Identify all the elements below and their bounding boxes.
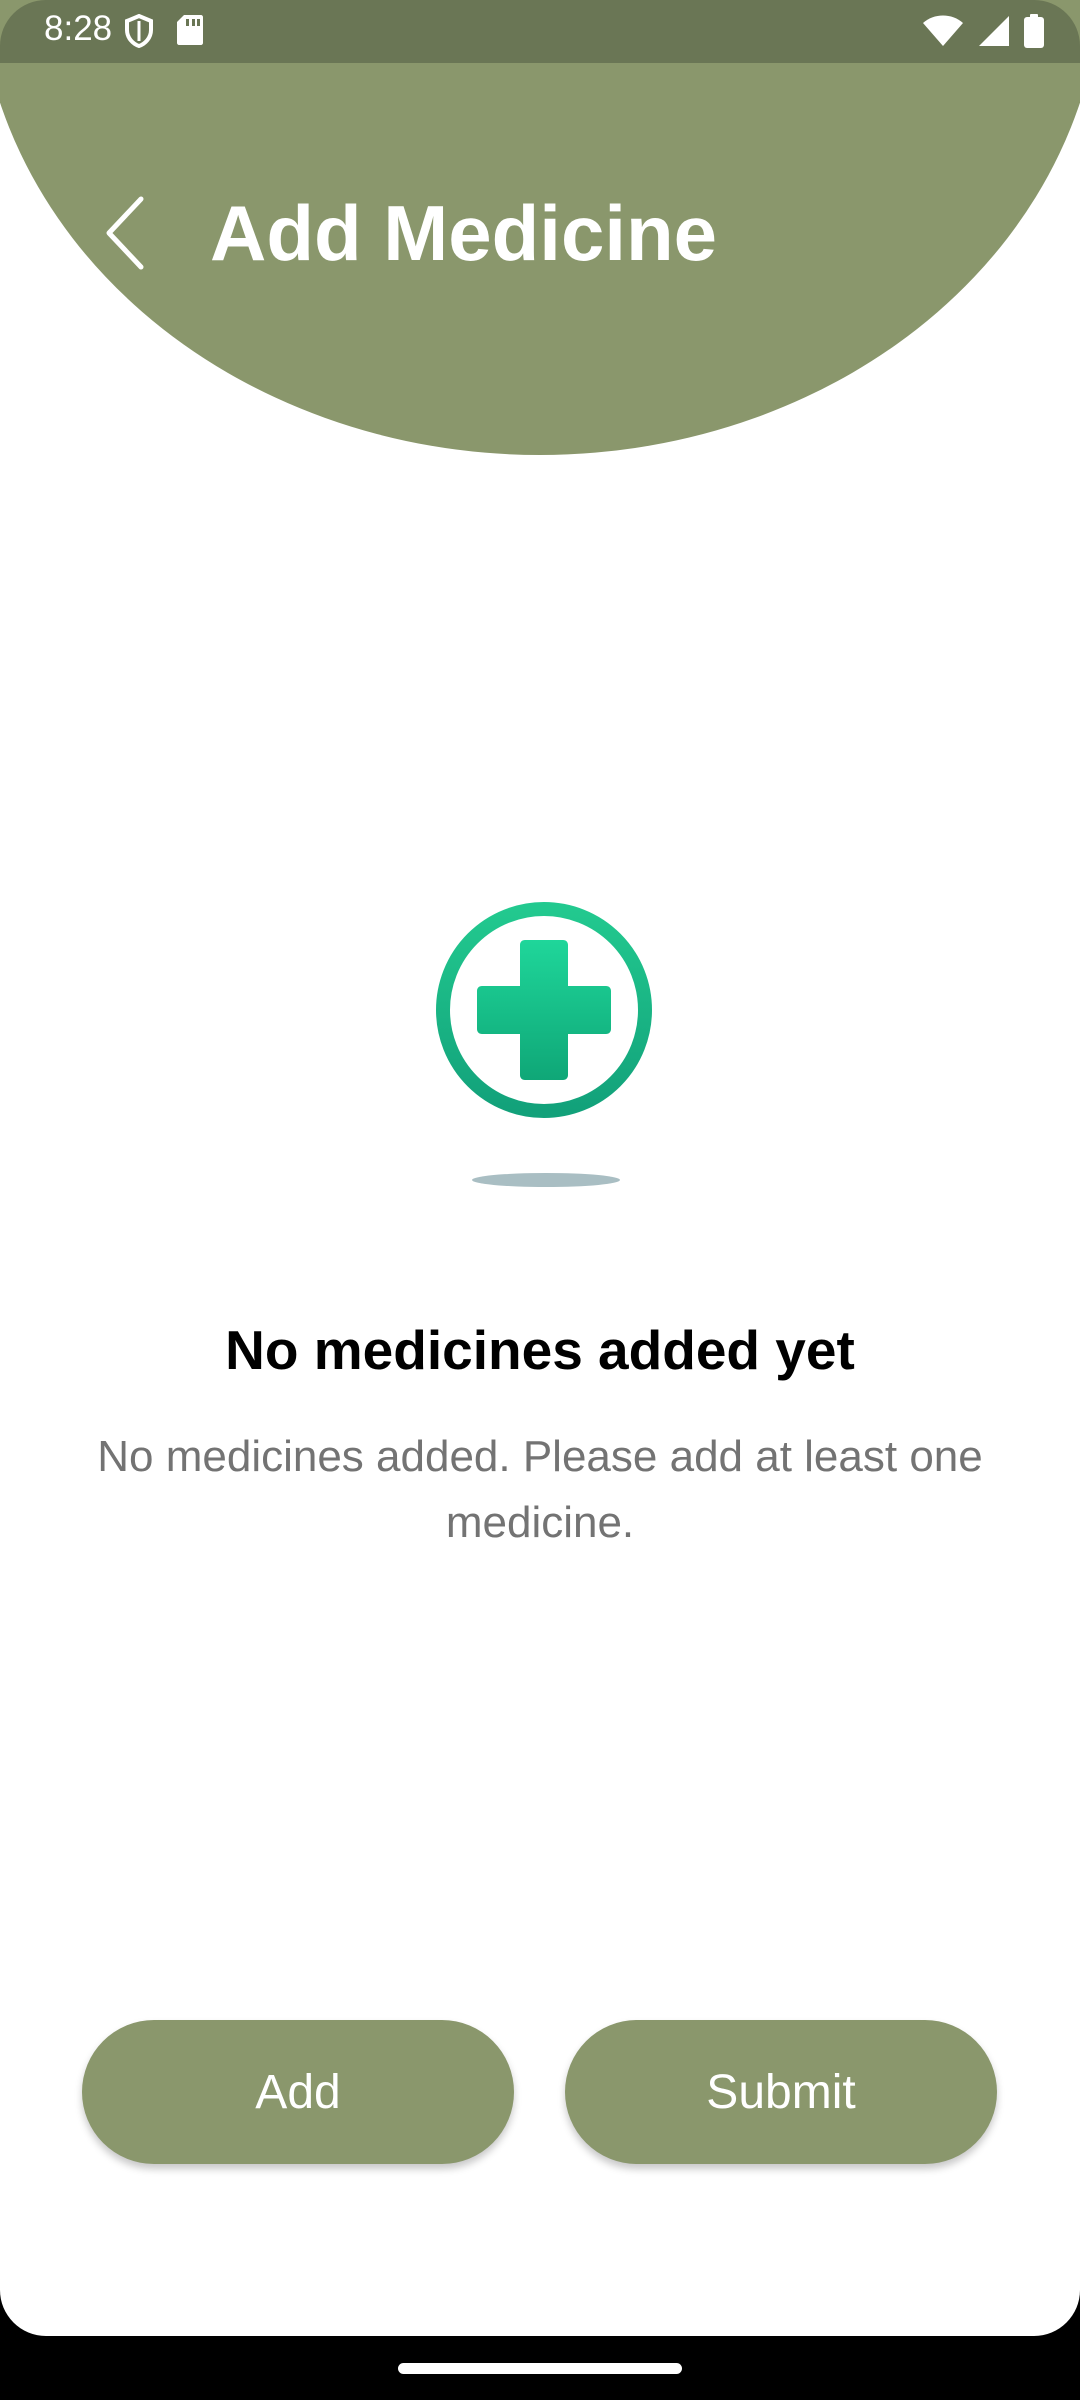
add-button[interactable]: Add <box>82 2020 514 2164</box>
empty-state-description: No medicines added. Please add at least … <box>97 1432 983 1547</box>
signal-icon <box>978 15 1010 52</box>
medical-plus-icon <box>432 900 656 1124</box>
status-bar: 8:28 <box>0 0 1080 63</box>
navigation-handle[interactable] <box>398 2363 682 2374</box>
chevron-left-icon <box>103 195 147 276</box>
submit-button[interactable]: Submit <box>565 2020 997 2164</box>
shield-icon <box>124 13 154 53</box>
back-button[interactable] <box>90 190 160 280</box>
icon-shadow <box>472 1173 620 1187</box>
screen: 8:28 Add Medicine No medicines added yet… <box>0 0 1080 2336</box>
sd-card-icon <box>176 14 204 53</box>
wifi-icon <box>922 15 964 52</box>
page-title: Add Medicine <box>210 189 718 277</box>
status-time: 8:28 <box>44 9 113 48</box>
empty-state-title: No medicines added yet <box>225 1319 855 1381</box>
battery-icon <box>1024 14 1044 53</box>
